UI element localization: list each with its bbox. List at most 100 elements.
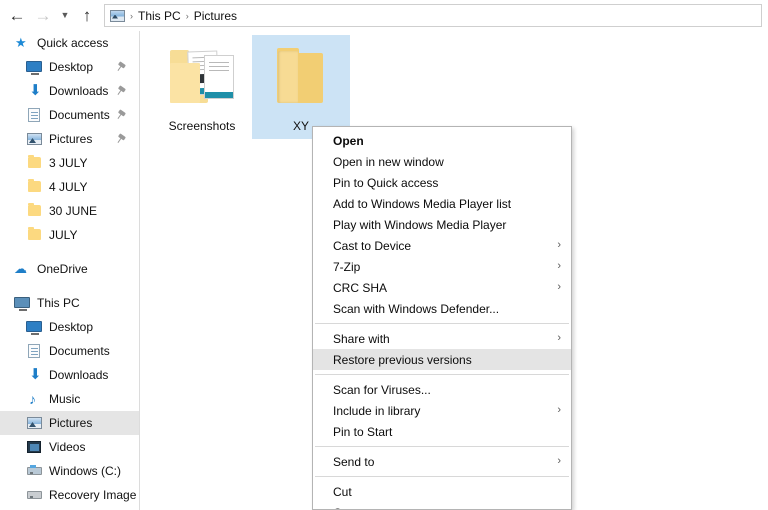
sidebar-item-downloads[interactable]: ⬇ Downloads [0, 79, 139, 103]
pin-icon[interactable] [114, 109, 127, 122]
drive-icon [26, 487, 43, 503]
download-icon: ⬇ [29, 82, 42, 99]
sidebar-item-pc-downloads[interactable]: ⬇ Downloads [0, 363, 139, 387]
navigation-bar: ← → ▼ ↑ › This PC › Pictures [0, 0, 768, 31]
pictures-icon [26, 131, 43, 147]
forward-button[interactable]: → [30, 3, 56, 29]
sidebar-item-pc-videos[interactable]: Videos [0, 435, 139, 459]
context-menu-item-label: Open in new window [333, 154, 444, 169]
sidebar-item-30-june[interactable]: 30 JUNE [0, 199, 139, 223]
context-menu[interactable]: Open Open in new window Pin to Quick acces… [312, 126, 572, 510]
sidebar-item-label: Pictures [49, 132, 93, 146]
breadcrumb-separator: › [130, 10, 133, 21]
sidebar-item-4-july[interactable]: 4 JULY [0, 175, 139, 199]
context-menu-item-label: Play with Windows Media Player [333, 217, 507, 232]
forward-arrow-icon: → [34, 6, 52, 25]
recent-locations-button[interactable]: ▼ [56, 3, 74, 29]
sidebar-item-label: Desktop [49, 60, 94, 74]
sidebar-item-label: Music [49, 392, 81, 406]
sidebar-item-pc-music[interactable]: ♪ Music [0, 387, 139, 411]
chevron-right-icon: › [557, 404, 561, 416]
folder-with-previews-icon [166, 45, 238, 113]
sidebar-item-quick-access[interactable]: ★ Quick access [0, 31, 139, 55]
context-menu-item-label: Add to Windows Media Player list [333, 196, 512, 211]
context-menu-item[interactable]: Scan for Viruses... [313, 379, 571, 400]
file-item-screenshots[interactable]: Screenshots [153, 35, 251, 139]
chevron-right-icon: › [557, 239, 561, 251]
monitor-icon [26, 59, 43, 75]
folder-icon [26, 227, 43, 243]
pin-icon[interactable] [114, 61, 127, 74]
breadcrumb-this-pc[interactable]: This PC [135, 9, 184, 23]
context-menu-item[interactable]: Send to › [313, 451, 571, 472]
sidebar-item-drive-c[interactable]: Windows (C:) [0, 459, 139, 483]
address-bar[interactable]: › This PC › Pictures [104, 4, 762, 27]
folder-icon [26, 179, 43, 195]
context-menu-item[interactable]: Open [313, 130, 571, 151]
sidebar-item-pc-desktop[interactable]: Desktop [0, 315, 139, 339]
sidebar-item-pictures[interactable]: Pictures [0, 127, 139, 151]
context-menu-item[interactable]: Include in library › [313, 400, 571, 421]
context-menu-item[interactable]: Share with › [313, 328, 571, 349]
context-menu-item[interactable]: Pin to Quick access [313, 172, 571, 193]
sidebar-item-documents[interactable]: Documents [0, 103, 139, 127]
context-menu-separator [315, 476, 569, 477]
back-arrow-icon: ← [8, 6, 26, 25]
back-button[interactable]: ← [4, 3, 30, 29]
document-icon [26, 343, 43, 359]
chevron-right-icon: › [557, 281, 561, 293]
context-menu-item[interactable]: Open in new window [313, 151, 571, 172]
sidebar-item-pc-documents[interactable]: Documents [0, 339, 139, 363]
computer-icon [14, 295, 31, 311]
sidebar-item-label: 3 JULY [49, 156, 88, 170]
context-menu-item-label: Restore previous versions [333, 352, 472, 367]
context-menu-item-label: Share with [333, 331, 390, 346]
context-menu-item[interactable]: 7-Zip › [313, 256, 571, 277]
context-menu-item-label: Cast to Device [333, 238, 412, 253]
context-menu-item-label: Cut [333, 484, 352, 499]
sidebar-item-drive-d[interactable]: Recovery Image (D: [0, 483, 139, 507]
sidebar-item-label: Documents [49, 344, 110, 358]
breadcrumb-separator: › [185, 10, 189, 21]
file-item-label: Screenshots [168, 119, 236, 133]
up-button[interactable]: ↑ [74, 3, 100, 29]
document-icon [26, 107, 43, 123]
context-menu-item-label: Pin to Quick access [333, 175, 439, 190]
context-menu-item[interactable]: Cut [313, 481, 571, 502]
context-menu-item[interactable]: Copy [313, 502, 571, 510]
sidebar-item-pc-pictures[interactable]: Pictures [0, 411, 139, 435]
context-menu-item-label: 7-Zip [333, 259, 361, 274]
file-item-xy[interactable]: XY [252, 35, 350, 139]
context-menu-item[interactable]: Scan with Windows Defender... [313, 298, 571, 319]
sidebar-item-label: Downloads [49, 84, 109, 98]
context-menu-item[interactable]: Play with Windows Media Player [313, 214, 571, 235]
up-arrow-icon: ↑ [82, 6, 92, 25]
context-menu-item[interactable]: Add to Windows Media Player list [313, 193, 571, 214]
context-menu-item[interactable]: Pin to Start [313, 421, 571, 442]
recent-locations-chevron-icon: ▼ [60, 10, 70, 20]
context-menu-item-label: Open [333, 133, 364, 148]
context-menu-item-label: Scan with Windows Defender... [333, 301, 500, 316]
chevron-right-icon: › [557, 455, 561, 467]
sidebar-item-this-pc[interactable]: This PC [0, 291, 139, 315]
sidebar-item-desktop[interactable]: Desktop [0, 55, 139, 79]
pin-icon[interactable] [114, 133, 127, 146]
context-menu-item-label: CRC SHA [333, 280, 388, 295]
context-menu-separator [315, 446, 569, 447]
pin-icon[interactable] [114, 85, 127, 98]
chevron-right-icon: › [557, 260, 561, 272]
context-menu-item[interactable]: Restore previous versions [313, 349, 571, 370]
context-menu-item[interactable]: CRC SHA › [313, 277, 571, 298]
sidebar-item-label: JULY [49, 228, 78, 242]
breadcrumb-pictures[interactable]: Pictures [191, 9, 240, 23]
sidebar-item-label: Videos [49, 440, 86, 454]
sidebar-item-3-july[interactable]: 3 JULY [0, 151, 139, 175]
context-menu-item[interactable]: Cast to Device › [313, 235, 571, 256]
sidebar-item-july[interactable]: JULY [0, 223, 139, 247]
context-menu-item-label: Send to [333, 454, 375, 469]
sidebar-item-onedrive[interactable]: ☁ OneDrive [0, 257, 139, 281]
sidebar-item-label: 30 JUNE [49, 204, 98, 218]
music-icon: ♪ [29, 391, 36, 407]
folder-icon [26, 155, 43, 171]
